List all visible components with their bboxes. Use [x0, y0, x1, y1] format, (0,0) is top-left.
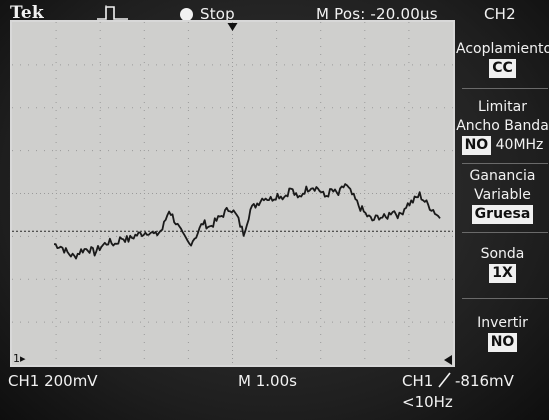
bottom-status-bar: CH1 200mV M 1.00s CH1 -816mV <10Hz: [0, 368, 549, 420]
menu-gain-title: Ganancia Variable: [469, 168, 536, 203]
menu-bandwidth-value-off: 40MHz: [495, 137, 544, 153]
menu-probe-value: 1X: [489, 264, 516, 283]
menu-variable-gain[interactable]: Ganancia Variable Gruesa: [456, 167, 549, 224]
menu-probe-title: Sonda: [480, 246, 525, 262]
menu-divider: [462, 232, 548, 233]
menu-gain-value: Gruesa: [471, 205, 534, 224]
menu-invert[interactable]: Invertir NO: [456, 314, 549, 352]
menu-coupling-value: CC: [489, 59, 516, 78]
ground-marker: 1▸: [13, 352, 26, 365]
trigger-source: CH1: [402, 372, 434, 390]
menu-invert-value: NO: [487, 333, 518, 352]
trigger-frequency: <10Hz: [402, 393, 453, 411]
menu-coupling-title: Acoplamiento: [456, 41, 549, 57]
ch1-vertical-scale: CH1 200mV: [8, 372, 98, 390]
menu-invert-title: Invertir: [477, 315, 528, 331]
menu-bandwidth-limit[interactable]: Limitar Ancho Banda NO 40MHz: [456, 98, 549, 155]
waveform-graticule: 1▸: [10, 20, 455, 367]
active-channel-label: CH2: [484, 5, 516, 23]
menu-divider: [462, 88, 548, 89]
rising-edge-icon: [438, 371, 452, 393]
channel-menu: Acoplamiento CC Limitar Ancho Banda NO 4…: [456, 30, 549, 370]
menu-coupling[interactable]: Acoplamiento CC: [456, 40, 549, 78]
menu-divider: [462, 298, 548, 299]
horizontal-time-scale: M 1.00s: [238, 372, 297, 390]
menu-bandwidth-value-on: NO: [461, 136, 492, 155]
trigger-level: -816mV: [455, 372, 514, 390]
graticule-svg: 1▸: [12, 22, 453, 365]
menu-divider: [462, 163, 548, 164]
menu-probe[interactable]: Sonda 1X: [456, 245, 549, 283]
menu-bandwidth-title: Limitar Ancho Banda: [456, 99, 549, 134]
